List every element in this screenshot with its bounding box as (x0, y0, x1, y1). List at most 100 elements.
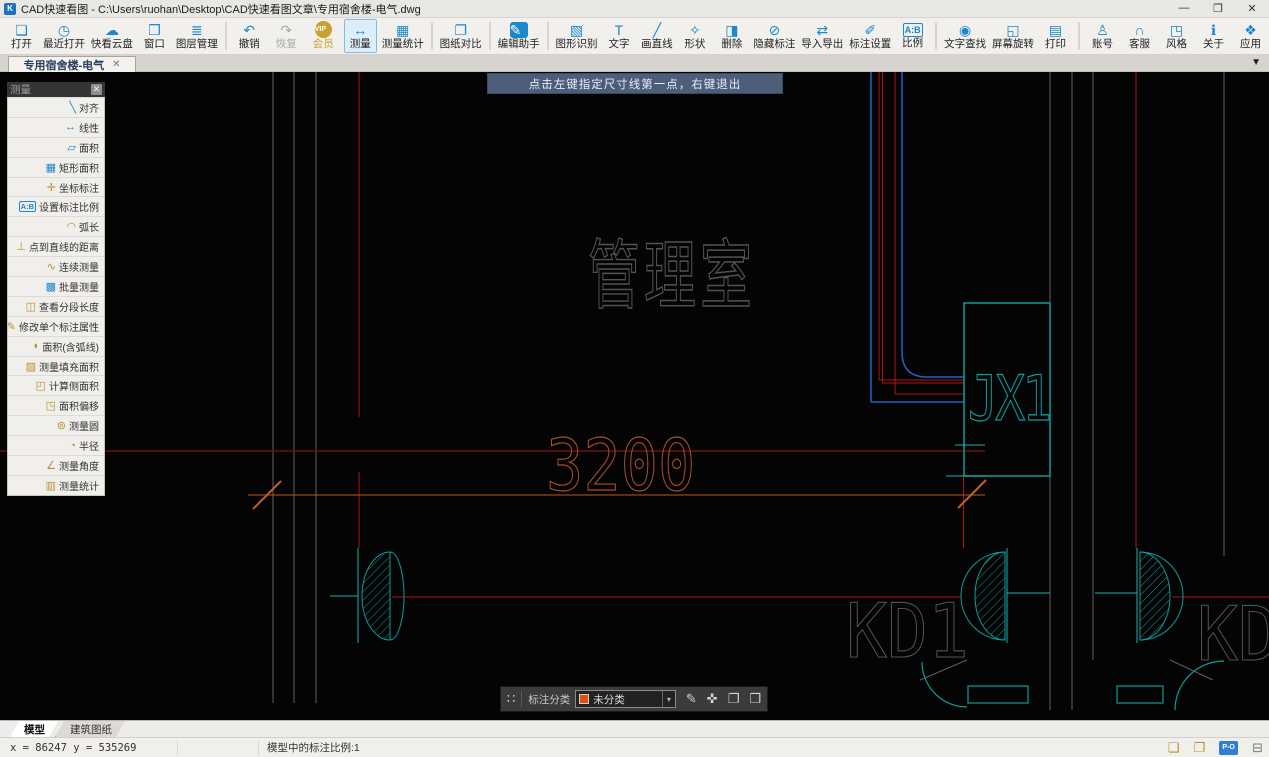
po-converter-icon[interactable]: P-O (1219, 740, 1239, 755)
toolbar-button-edit-assistant[interactable]: ✎ 编辑助手 (497, 19, 541, 53)
toolbar-button-drawing-compare[interactable]: ❐ 图纸对比 (439, 19, 483, 53)
toolbar-button-label: 形状 (684, 37, 706, 50)
toolbar-button-label: 撤销 (238, 37, 260, 50)
toolbar-button-label: 文字 (608, 37, 630, 50)
measure-tool-fill-area[interactable]: ▨ 测量填充面积 (8, 355, 104, 376)
minimize-button-icon[interactable]: — (1167, 2, 1201, 15)
pdf-export-icon[interactable]: ❏ (1168, 740, 1180, 756)
app-icon: K (4, 2, 16, 15)
measure-tool-set-annotation-scale[interactable]: A:B 设置标注比例 (8, 196, 104, 216)
toolbar-button-text-search[interactable]: ◉ 文字查找 (943, 19, 987, 53)
measure-tool-area[interactable]: ▱ 面积 (8, 136, 104, 157)
copy-annotation-icon[interactable]: ❐ (728, 691, 740, 707)
dimension-text: 3200 (546, 424, 695, 507)
measure-tool-radius[interactable]: ◔ 半径 (8, 435, 104, 455)
category-selected-value: 未分类 (593, 693, 625, 706)
toolbar-button-vip-member[interactable]: VIP 会员 (307, 19, 340, 53)
toolbar-button-about[interactable]: ℹ 关于 (1197, 19, 1230, 53)
measure-tool-label: 矩形面积 (59, 163, 99, 175)
toolbar-button-layer-manager[interactable]: ≣ 图层管理 (175, 19, 219, 53)
measure-tool-measure-angle[interactable]: ∠ 测量角度 (8, 455, 104, 475)
restore-button-icon[interactable]: ❐ (1201, 2, 1235, 15)
toolbar-button-icon: ✐ (864, 21, 877, 38)
category-dropdown[interactable]: 未分类 ▾ (575, 690, 676, 708)
toolbar-button-shapes[interactable]: ✧ 形状 (678, 19, 711, 53)
close-button-icon[interactable]: ✕ (1235, 2, 1269, 15)
cad-canvas[interactable]: 管理室 3200 JX1 KD1 KD 点击左键指定尺寸线第一点，右键退出 测量… (0, 72, 1269, 720)
toolbar-button-annotation-settings[interactable]: ✐ 标注设置 (848, 19, 892, 53)
move-annotation-icon[interactable]: ✜ (707, 691, 718, 707)
toolbar-button-cloud-drive[interactable]: ☁ 快看云盘 (90, 19, 134, 53)
toolbar-button-label: 测量 (349, 37, 371, 50)
measure-tool-batch-measure[interactable]: ▩ 批量测量 (8, 276, 104, 296)
toolbar-button-delete[interactable]: ◨ 删除 (715, 19, 748, 53)
toolbar-button-icon: ◷ (57, 21, 71, 38)
measure-tool-measure-stats[interactable]: ▥ 测量统计 (8, 474, 104, 495)
document-tab[interactable]: 专用宿舍楼-电气 ✕ (8, 56, 136, 72)
toolbar-button-text[interactable]: T 文字 (602, 19, 635, 53)
toolbar-button-recent-open[interactable]: ◷ 最近打开 (42, 19, 86, 53)
measure-tool-linear[interactable]: ↔ 线性 (8, 116, 104, 137)
toolbar-button-icon: ❐ (454, 21, 467, 38)
toolbar-button-measure-stats[interactable]: ▦ 测量统计 (381, 19, 425, 53)
status-bar: x = 86247 y = 535269 模型中的标注比例:1 ❏ ❐ P-O … (0, 737, 1269, 757)
toolbar-button-label: 风格 (1166, 37, 1187, 50)
statusbar-divider (258, 740, 259, 756)
toolbar-button-icon: ↶ (243, 21, 256, 38)
measure-tool-continuous-measure[interactable]: ∿ 连续测量 (8, 256, 104, 276)
measure-tool-area-offset[interactable]: ◳ 面积偏移 (8, 395, 104, 415)
measure-tool-label: 测量圆 (69, 422, 99, 434)
measure-tool-measure-circle[interactable]: ⊚ 测量圆 (8, 415, 104, 435)
measure-tool-side-area[interactable]: ◰ 计算侧面积 (8, 375, 104, 395)
chevron-down-icon[interactable]: ▾ (661, 691, 675, 707)
toolbar-button-import-export[interactable]: ⇄ 导入导出 (800, 19, 844, 53)
toolbar-button-label: 窗口 (143, 37, 165, 50)
hint-text: 点击左键指定尺寸线第一点，右键退出 (528, 78, 742, 91)
document-tab-close-icon[interactable]: ✕ (112, 59, 120, 70)
toolbar-button-support[interactable]: ∩ 客服 (1123, 19, 1156, 53)
toolbar-button-icon: ✧ (689, 21, 701, 38)
toolbar-button-measure[interactable]: ↔ 测量 (343, 19, 377, 53)
toolbar-button-hide-annotations[interactable]: ⊘ 隐藏标注 (752, 19, 796, 53)
measure-panel-header[interactable]: 测量 ✕ (7, 82, 105, 97)
window-title: CAD快速看图 - C:\Users\ruohan\Desktop\CAD快速看… (21, 3, 421, 16)
toolbar-button-account[interactable]: ♙ 账号 (1086, 19, 1119, 53)
tab-overflow-icon[interactable]: ▼ (1251, 57, 1261, 68)
toolbar-button-undo[interactable]: ↶ 撤销 (233, 19, 266, 53)
junction-box-label: JX1 (968, 363, 1050, 436)
toolbar-button-scale[interactable]: A:B 比例 (896, 19, 929, 53)
sheet-tab-model[interactable]: 模型 (10, 721, 59, 737)
toolbar-button-style[interactable]: ◳ 风格 (1160, 19, 1193, 53)
toolbar-button-apps[interactable]: ❖ 应用 (1234, 19, 1267, 53)
toolbar-button-print[interactable]: ▤ 打印 (1039, 19, 1072, 53)
measure-tool-modify-annotation-prop[interactable]: ✎ 修改单个标注属性 (8, 315, 104, 336)
toolbar-divider (521, 691, 523, 707)
paste-annotation-icon[interactable]: ❒ (749, 691, 761, 707)
toolbar-button-shape-recognition[interactable]: ▧ 图形识别 (555, 19, 599, 53)
document-tab-label: 专用宿舍楼-电气 (23, 59, 105, 72)
measure-tool-align[interactable]: ╲ 对齐 (8, 97, 104, 117)
measure-tool-point-to-line-distance[interactable]: ⊥ 点到直线的距离 (8, 236, 104, 256)
measure-tool-arc-length[interactable]: ◠ 弧长 (8, 216, 104, 236)
category-color-swatch (579, 694, 590, 704)
sheet-tab-architecture[interactable]: 建筑图纸 (55, 721, 126, 737)
toolbar-button-draw-line[interactable]: ╱ 画直线 (639, 19, 674, 53)
measure-tool-coordinate-annotation[interactable]: ✛ 坐标标注 (8, 176, 104, 197)
measure-panel-body: ╲ 对齐 ↔ 线性 ▱ 面积 ▦ 矩形面积 ✛ 坐标标注 A:B 设置标注比例 … (7, 97, 105, 496)
toolbar-button-redo[interactable]: ↷ 恢复 (270, 19, 303, 53)
toolbar-button-icon: ▤ (1048, 21, 1063, 38)
toolbar-button-window[interactable]: ❒ 窗口 (138, 19, 171, 53)
toolbar-button-screen-rotate[interactable]: ◱ 屏幕旋转 (991, 19, 1035, 53)
edit-annotation-icon[interactable]: ✎ (686, 691, 697, 707)
classify-grid-icon[interactable]: ∷ (507, 691, 515, 707)
hint-bar: 点击左键指定尺寸线第一点，右键退出 (487, 73, 783, 94)
window-mode-icon[interactable]: ⊟ (1252, 740, 1263, 756)
measure-tool-label: 连续测量 (59, 263, 99, 275)
measure-tool-area-with-arc[interactable]: ◗ 面积(含弧线) (8, 335, 104, 356)
measure-panel-close-icon[interactable]: ✕ (91, 84, 102, 95)
toolbar-button-label: 画直线 (641, 37, 673, 50)
measure-tool-rect-area[interactable]: ▦ 矩形面积 (8, 156, 104, 177)
measure-tool-segment-length[interactable]: ◫ 查看分段长度 (8, 295, 104, 316)
toolbar-button-open[interactable]: ❏ 打开 (5, 19, 38, 53)
image-export-icon[interactable]: ❐ (1193, 740, 1205, 756)
